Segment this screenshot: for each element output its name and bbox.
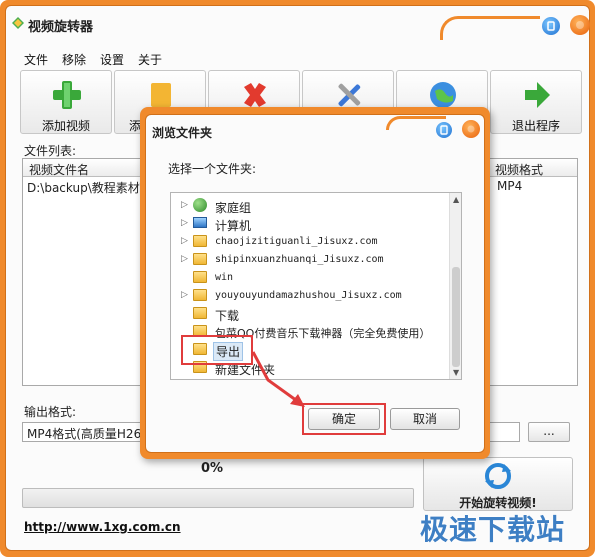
tree-item-label: youyouyundamazhushou_Jisuxz.com (215, 290, 402, 301)
tree-item-label: shipinxuanzhuanqi_Jisuxz.com (215, 254, 384, 265)
dialog-title: 浏览文件夹 (152, 126, 213, 140)
tree-item-label: chaojizitiguanli_Jisuxz.com (215, 236, 378, 247)
highlight-box-export (181, 335, 253, 365)
tree-item-homegroup[interactable]: ▷ 家庭组 (171, 197, 449, 215)
close-icon (467, 125, 475, 133)
tree-item-label: 计算机 (215, 219, 252, 233)
highlight-box-ok (302, 403, 386, 435)
menu-bar: 文件 移除 设置 关于 (24, 51, 162, 67)
scroll-up-icon[interactable]: ▲ (453, 195, 459, 204)
minimize-button[interactable] (542, 17, 560, 35)
app-title: 视频旋转器 (28, 20, 94, 35)
plus-icon (53, 81, 81, 109)
menu-remove[interactable]: 移除 (62, 51, 86, 67)
column-video-format[interactable]: 视频格式 (495, 161, 543, 178)
homegroup-icon (193, 198, 207, 212)
rotate-icon (485, 463, 511, 489)
exit-button[interactable]: 退出程序 (490, 70, 582, 134)
computer-icon (193, 217, 207, 228)
column-video-name[interactable]: 视频文件名 (29, 161, 89, 178)
tree-item-folder[interactable]: ▷ chaojizitiguanli_Jisuxz.com (171, 233, 449, 251)
title-bar[interactable]: 视频旋转器 (8, 8, 458, 38)
scroll-down-icon[interactable]: ▼ (453, 368, 459, 377)
close-button[interactable] (570, 15, 590, 35)
app-logo-icon (12, 17, 24, 29)
folder-icon (193, 307, 207, 319)
expand-arrow-icon[interactable]: ▷ (181, 200, 188, 210)
close-icon (576, 21, 584, 29)
dialog-close-button[interactable] (462, 120, 480, 138)
expand-arrow-icon[interactable]: ▷ (181, 290, 188, 300)
tree-item-label: 家庭组 (215, 201, 252, 215)
website-link[interactable]: http://www.1xg.com.cn (24, 520, 181, 534)
tree-item-folder[interactable]: 下载 (171, 305, 449, 323)
expand-arrow-icon[interactable]: ▷ (181, 254, 188, 264)
exit-label: 退出程序 (511, 119, 560, 133)
folder-icon (193, 289, 207, 301)
minimize-icon (440, 125, 448, 135)
tree-scrollbar[interactable]: ▲ ▼ (449, 193, 461, 379)
progress-percent: 0% (201, 461, 224, 476)
minimize-icon (547, 21, 555, 31)
progress-bar (22, 488, 414, 508)
folder-icon (193, 235, 207, 247)
row-file-name: D:\backup\教程素材\ (27, 181, 144, 195)
menu-about[interactable]: 关于 (138, 51, 162, 67)
menu-file[interactable]: 文件 (24, 51, 48, 67)
dialog-minimize-button[interactable] (436, 122, 452, 138)
browse-button[interactable]: ... (528, 422, 570, 442)
folder-icon (193, 271, 207, 283)
expand-arrow-icon[interactable]: ▷ (181, 236, 188, 246)
cancel-button[interactable]: 取消 (390, 408, 460, 430)
title-bar-decoration (440, 16, 540, 40)
tree-item-folder[interactable]: ▷ youyouyundamazhushou_Jisuxz.com (171, 287, 449, 305)
scrollbar-thumb[interactable] (452, 267, 460, 367)
tree-item-folder[interactable]: ▷ shipinxuanzhuanqi_Jisuxz.com (171, 251, 449, 269)
row-file-format: MP4 (497, 179, 523, 193)
output-format-label: 输出格式: (24, 405, 77, 419)
exit-arrow-icon (525, 82, 550, 108)
folder-icon (193, 253, 207, 265)
tree-item-computer[interactable]: ▷ 计算机 (171, 215, 449, 233)
tree-item-folder[interactable]: win (171, 269, 449, 287)
tree-item-label: win (215, 272, 234, 283)
menu-settings[interactable]: 设置 (100, 51, 124, 67)
tree-item-label: 下载 (215, 309, 240, 323)
file-list-label: 文件列表: (24, 144, 77, 158)
dialog-prompt: 选择一个文件夹: (168, 162, 257, 176)
watermark-logo: 极速下载站 (420, 513, 566, 546)
start-rotate-button[interactable]: 开始旋转视频! (423, 457, 573, 511)
expand-arrow-icon[interactable]: ▷ (181, 218, 188, 228)
